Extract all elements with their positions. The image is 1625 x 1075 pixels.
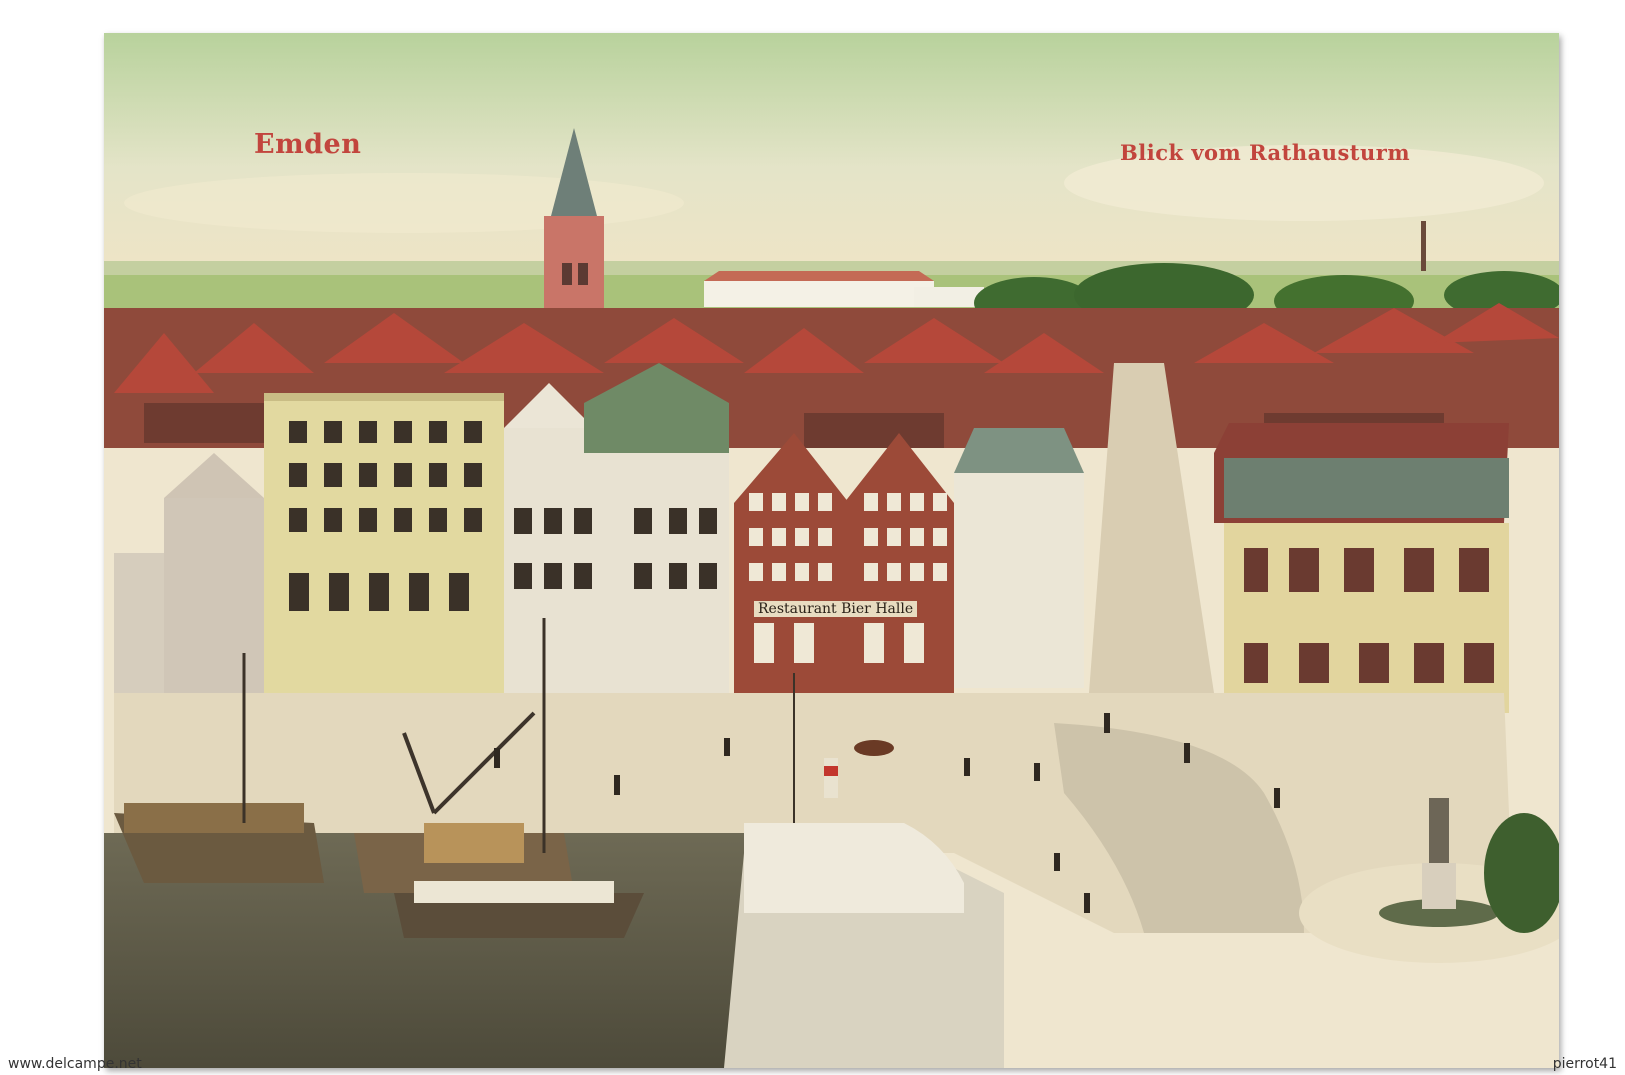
advertising-column — [824, 758, 838, 798]
restaurant-sign: Restaurant Bier Halle — [754, 601, 918, 617]
postcard-scene — [104, 33, 1559, 1068]
chimney — [1421, 221, 1426, 271]
watermark-right: pierrot41 — [1552, 1056, 1617, 1072]
watermark-left: www.delcampe.net — [8, 1056, 142, 1072]
city-caption: Emden — [254, 129, 362, 160]
white-building — [504, 363, 729, 698]
view-caption: Blick vom Rathausturm — [1120, 140, 1411, 165]
postcard: Emden Blick vom Rathausturm Restaurant B… — [104, 33, 1559, 1068]
pale-building — [954, 428, 1084, 688]
gabled-house — [164, 498, 264, 708]
